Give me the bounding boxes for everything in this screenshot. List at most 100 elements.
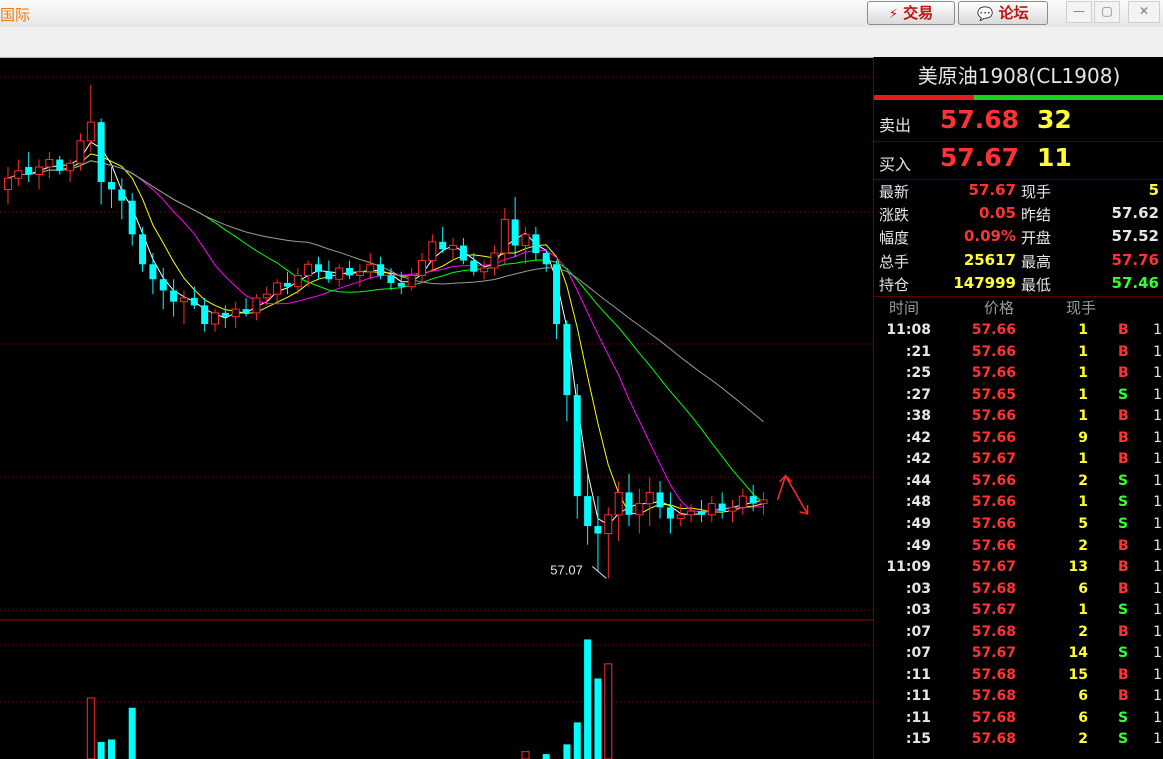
stat-label: 最高 [1021,252,1052,271]
restore-button[interactable]: ▢ [1094,1,1120,23]
tick-time: :42 [905,451,931,468]
tick-count: 1 [1153,688,1162,705]
tick-time: :42 [905,429,931,446]
stat-label: 开盘 [1021,229,1052,248]
tick-volume: 6 [1078,688,1088,705]
stat-value: 57.46 [1111,273,1159,292]
sell-price: 57.68 [940,105,1020,134]
tick-price: 57.68 [971,709,1016,726]
candle-body [656,492,664,508]
kline-chart[interactable]: 57.07 [0,57,873,759]
tick-count: 1 [1153,559,1162,576]
tick-time: :07 [905,623,931,640]
candle-body [635,503,644,516]
tick-price: 57.67 [971,451,1016,468]
candle-body [377,264,385,276]
forum-button[interactable]: 💬 论坛 [958,1,1048,25]
candle-body [397,282,405,287]
tick-count: 1 [1153,623,1162,640]
sell-label: 卖出 [879,116,912,135]
tick-side: B [1118,623,1129,640]
stat-row: 涨跌 0.05 昨结 57.62 [874,204,1163,227]
candle-body [614,491,623,516]
buy-ratio-bar [974,95,1163,100]
tick-count: 1 [1153,731,1162,748]
tick-side: S [1118,709,1129,726]
candle-body [118,189,126,201]
candle-body [4,177,12,190]
tick-time: :15 [905,731,931,748]
minimize-button[interactable]: — [1066,1,1092,23]
ticks-header-price: 价格 [984,299,1015,317]
trade-button[interactable]: ⚡ 交易 [867,1,955,25]
tick-time: :21 [905,343,931,360]
candle-body [76,140,85,164]
tick-time: :07 [905,645,931,662]
volume-bar [584,639,592,759]
tick-row: :11 57.68 15 B 1 [874,667,1163,688]
candle-body [439,241,447,250]
tick-count: 1 [1153,645,1162,662]
tick-count: 1 [1153,343,1162,360]
close-button[interactable]: ✕ [1128,1,1160,23]
candle-body [697,511,705,515]
tick-price: 57.66 [971,343,1016,360]
tick-row: :07 57.67 14 S 1 [874,645,1163,666]
tick-row: :42 57.67 1 B 1 [874,451,1163,472]
chat-bubble-icon: 💬 [977,7,994,22]
stat-label: 昨结 [1021,206,1052,225]
tick-row: :03 57.68 6 B 1 [874,581,1163,602]
candle-body [211,312,219,325]
candle-body [366,263,375,273]
tick-time: :11 [905,688,931,705]
tick-count: 1 [1153,580,1162,597]
tick-count: 1 [1153,666,1162,683]
candle-body [645,491,654,505]
candle-body [325,271,333,280]
candle-body [139,234,147,265]
volume-bar [128,707,136,759]
tick-count: 1 [1153,408,1162,425]
candle-body [335,267,344,280]
candle-body [553,264,561,325]
candle-body [14,170,23,179]
tick-row: 11:09 57.67 13 B 1 [874,559,1163,580]
candle-body [242,309,250,313]
tick-count: 1 [1153,602,1162,619]
tick-row: :21 57.66 1 B 1 [874,344,1163,365]
candle-body [676,514,685,520]
tick-volume: 6 [1078,580,1088,597]
tick-row: :44 57.66 2 S 1 [874,473,1163,494]
kline-svg: 57.07 [0,76,873,759]
tick-volume: 2 [1078,537,1088,554]
stat-value: 0.09% [963,227,1016,246]
arrow-marker [776,474,809,515]
tick-volume: 1 [1078,322,1088,338]
tick-price: 57.68 [971,731,1016,748]
tick-side: B [1118,429,1129,446]
candle-body [45,159,54,168]
tick-row: :11 57.68 6 S 1 [874,710,1163,731]
candle-body [594,526,602,534]
candle-body [418,260,426,276]
divider [874,141,1163,142]
tick-side: S [1118,515,1129,532]
tick-time: :48 [905,494,931,511]
tick-count: 1 [1153,709,1162,726]
candle-body [407,274,416,288]
ticks-header-volume: 现手 [1066,299,1097,317]
tick-time: 11:09 [886,559,931,576]
title-bar: 国际 ⚡ 交易 💬 论坛 — ▢ ✕ [0,0,1163,27]
candle-body [97,122,105,182]
tick-time: :38 [905,408,931,425]
tick-time: :11 [905,709,931,726]
candle-body [283,282,291,287]
tick-time: :11 [905,666,931,683]
tick-side: B [1118,343,1129,360]
candle-body [573,395,581,497]
candle-body [459,245,467,261]
candle-body [315,264,322,272]
tick-time: :25 [905,365,931,382]
tick-time: :49 [905,537,931,554]
stat-value: 57.67 [968,181,1016,199]
